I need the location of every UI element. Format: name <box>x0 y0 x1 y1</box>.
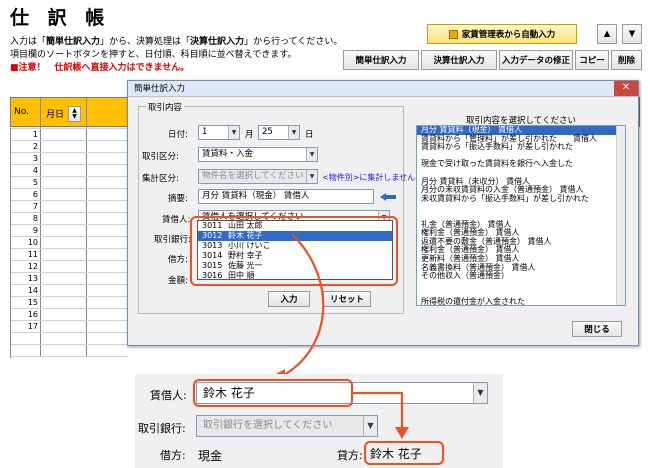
row-number: 15 <box>27 298 38 307</box>
simple-entry-button[interactable]: 簡単仕訳入力 <box>343 50 419 70</box>
col-no-header: No. <box>14 107 29 117</box>
desc-text: 」から行ってください。 <box>244 37 343 47</box>
desc-emph-simple: 簡単仕訳入力 <box>46 37 101 47</box>
option-item[interactable] <box>417 203 625 212</box>
move-down-button[interactable]: ▼ <box>622 24 642 44</box>
zoom-kashikata-label: 貸方: <box>337 449 363 462</box>
option-item[interactable] <box>417 281 625 290</box>
highlight-box <box>364 441 444 465</box>
auto-input-button[interactable]: 家賃管理表から自動入力 <box>427 24 577 44</box>
day-select[interactable]: 25 ▼ <box>258 125 300 140</box>
aggregation-value: 物件名を選択してください <box>202 171 304 181</box>
description-field[interactable]: 月分 賃貸料（現金） 賃借人 <box>198 189 374 204</box>
edit-data-button[interactable]: 入力データの修正 <box>499 50 573 70</box>
amount-label: 金額: <box>168 276 188 286</box>
simple-entry-dialog: 簡単仕訳入力 ✕ 取引内容 日付: 1 ▼ 月 25 ▼ 日 取引区分: 賃貸料… <box>127 80 639 346</box>
instruction-line-1: 入力は「簡単仕訳入力」から、決算処理は「決算仕訳入力」から行ってください。 <box>10 34 342 47</box>
option-item[interactable]: 賃貸料から「振込手数料」が差し引かれた <box>417 143 625 152</box>
chevron-down-icon: ▼ <box>363 416 377 436</box>
dialog-close-icon[interactable]: ✕ <box>614 81 638 96</box>
row-number: 13 <box>27 274 38 283</box>
chevron-down-icon: ▼ <box>473 383 487 403</box>
chevron-down-icon: ▼ <box>228 126 239 139</box>
col-date-header: 月日 <box>46 110 65 120</box>
row-number: 17 <box>27 322 38 331</box>
copy-button[interactable]: コピー <box>575 50 609 70</box>
callout-arrow-icon <box>272 233 325 383</box>
aggregation-note: <物件別>に集計しません <box>322 173 416 182</box>
row-number: 14 <box>27 286 38 295</box>
row-number: 6 <box>32 190 38 199</box>
chevron-down-icon: ▼ <box>306 170 317 183</box>
instruction-line-2: 項目欄のソートボタンを押すと、日付順、科目順に並べ替えできます。 <box>10 50 297 60</box>
sort-down-icon: ▼ <box>72 113 77 120</box>
row-number: 10 <box>27 238 38 247</box>
row-number: 3 <box>32 154 38 163</box>
arrow-left-icon <box>380 193 396 201</box>
zoom-bank-value: 取引銀行を選択してください <box>203 420 333 431</box>
option-item[interactable]: 未収賃貸料から「振込手数料」が差し引かれた <box>417 194 625 204</box>
option-item[interactable]: 現金で受け取った賃貸料を銀行へ入金した <box>417 160 625 169</box>
closing-entry-button[interactable]: 決算仕訳入力 <box>421 50 497 70</box>
transaction-type-value: 賃貸料・入金 <box>202 149 254 159</box>
kubun-label: 取引区分: <box>142 152 179 162</box>
row-number: 7 <box>32 202 38 211</box>
row-number: 5 <box>32 178 38 187</box>
desc-text: 」から、決算処理は「 <box>100 37 191 47</box>
move-up-button[interactable]: ▲ <box>597 24 617 44</box>
zoom-karikata-label: 借方: <box>160 449 186 462</box>
arrow-right-icon <box>448 29 458 39</box>
desc-text: 入力は「 <box>10 37 47 47</box>
option-item[interactable]: その他収入（普通預金） <box>417 271 625 281</box>
row-number: 2 <box>32 142 38 151</box>
row-number: 8 <box>32 214 38 223</box>
options-container: 月分 賃貸料（現金） 賃借人 賃貸料から「管理料」が差し引かれた 賃借人 賃貸料から… <box>417 126 625 305</box>
group-label: 取引内容 <box>146 101 185 113</box>
dialog-title: 簡単仕訳入力 <box>134 84 186 94</box>
row-number: 1 <box>32 130 38 139</box>
row-number: 12 <box>27 262 38 271</box>
warning-text: ■注意！ 仕訳帳へ直接入力はできません。 <box>10 63 190 73</box>
chevron-down-icon: ▼ <box>288 126 299 139</box>
aggregation-select[interactable]: 物件名を選択してください ▼ <box>198 169 318 184</box>
chevron-down-icon: ▼ <box>306 148 317 161</box>
day-value: 25 <box>262 127 273 137</box>
date-label: 日付: <box>168 130 188 140</box>
zoom-karikata-value: 現金 <box>198 449 223 463</box>
close-dialog-button[interactable]: 閉じる <box>572 321 622 337</box>
shuukei-label: 集計区分: <box>142 174 179 184</box>
tenant-label: 賃借人: <box>162 215 191 225</box>
date-sort-button[interactable]: ▲ ▼ <box>68 106 81 122</box>
day-unit: 日 <box>305 130 314 140</box>
delete-button[interactable]: 削除 <box>611 50 642 70</box>
tekiyou-label: 摘要: <box>168 194 188 204</box>
zoom-bank-select[interactable]: 取引銀行を選択してください ▼ <box>196 415 378 437</box>
month-value: 1 <box>202 127 208 137</box>
bank-label: 取引銀行: <box>154 235 191 245</box>
auto-input-label: 家賃管理表から自動入力 <box>461 30 556 40</box>
dialog-title-bar: 簡単仕訳入力 <box>128 81 638 97</box>
karikata-label: 借方: <box>168 255 188 265</box>
row-number: 11 <box>27 250 38 259</box>
row-number: 4 <box>32 166 38 175</box>
transaction-options-list[interactable]: 月分 賃貸料（現金） 賃借人 賃貸料から「管理料」が差し引かれた 賃借人 賃貸料から… <box>416 125 626 306</box>
month-unit: 月 <box>245 130 254 140</box>
scrollbar[interactable] <box>616 126 625 305</box>
highlight-box <box>193 379 353 407</box>
desc-emph-closing: 決算仕訳入力 <box>190 37 245 47</box>
option-item[interactable]: 所得税の還付金が入金された <box>417 297 625 305</box>
page-title: 仕 訳 帳 <box>10 7 111 29</box>
transaction-type-select[interactable]: 賃貸料・入金 ▼ <box>198 147 318 162</box>
month-select[interactable]: 1 ▼ <box>198 125 240 140</box>
zoom-bank-label: 取引銀行: <box>138 422 186 435</box>
row-number: 9 <box>32 226 38 235</box>
row-number: 16 <box>27 310 38 319</box>
zoom-tenant-label: 賃借人: <box>150 389 187 402</box>
